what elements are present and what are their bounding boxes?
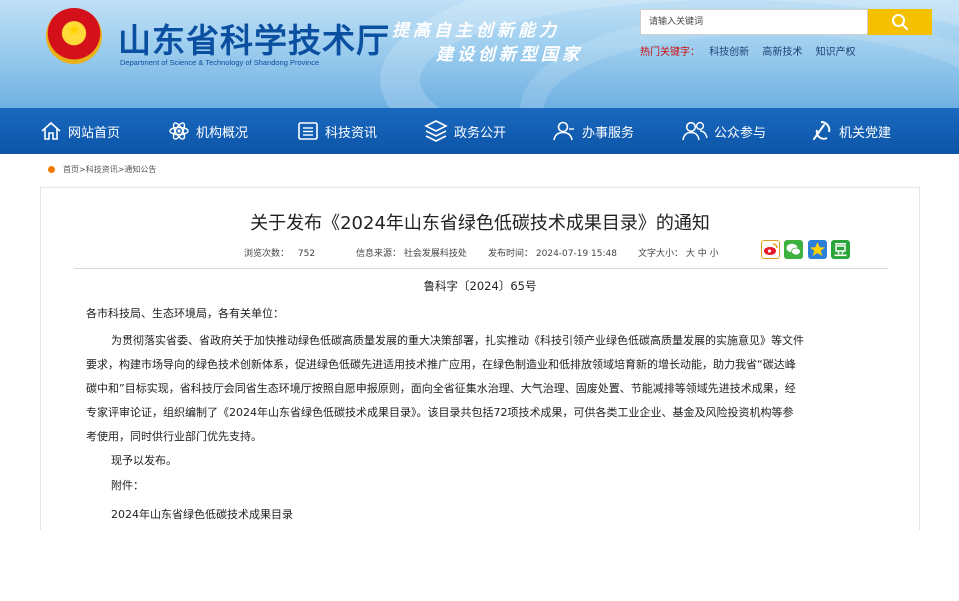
article-date: 发布时间： 2024-07-19 15:48 — [488, 246, 617, 259]
layers-icon — [424, 120, 448, 142]
views-label: 浏览次数： — [244, 249, 290, 259]
nav-label: 机构概况 — [196, 125, 249, 141]
body-line: 专家评审论证，组织编制了《2024年山东省绿色低碳技术成果目录》。该目录共包括7… — [86, 406, 794, 419]
body-line: 要求，构建市场导向的绿色技术创新体系，促进绿色低碳先进适用技术推广应用，在绿色制… — [86, 358, 796, 371]
nav-item-services[interactable]: 办事服务 — [552, 108, 634, 154]
nav-label: 网站首页 — [68, 125, 121, 141]
document-number: 鲁科字〔2024〕65号 — [423, 279, 537, 293]
hot-keyword-link[interactable]: 知识产权 — [816, 47, 856, 58]
search-button[interactable] — [868, 9, 932, 35]
search-icon — [892, 14, 909, 31]
people-icon — [682, 121, 708, 141]
qzone-share-icon[interactable] — [808, 240, 827, 259]
nav-label: 政务公开 — [454, 125, 507, 141]
views-count: 752 — [297, 249, 316, 259]
body-line: 为贯彻落实省委、省政府关于加快推动绿色低碳高质量发展的重大决策部署，扎实推动《科… — [111, 334, 804, 347]
nav-item-about[interactable]: 机构概况 — [168, 108, 248, 154]
font-size-options[interactable]: 大 中 小 — [686, 249, 719, 259]
date-value: 2024-07-19 15:48 — [535, 249, 617, 259]
divider — [74, 268, 888, 269]
hot-keyword-link[interactable]: 高新技术 — [762, 47, 802, 58]
nav-item-public-participation[interactable]: 公众参与 — [682, 108, 766, 154]
slogan-line1: 提高自主创新能力 — [392, 21, 560, 41]
nav-item-party-building[interactable]: 机关党建 — [809, 108, 891, 154]
font-size-label: 文字大小： — [638, 249, 684, 259]
nav-label: 办事服务 — [582, 125, 635, 141]
location-dot-icon — [48, 166, 55, 173]
home-icon — [41, 121, 61, 140]
source-label: 信息来源： — [356, 249, 402, 259]
news-icon — [298, 122, 318, 140]
nav-label: 科技资讯 — [325, 125, 378, 141]
body-line: 碳中和”目标实现，省科技厅会同省生态环境厅按照自愿申报原则，面向全省征集水治理、… — [86, 382, 796, 395]
hot-keywords-label: 热门关键字： — [640, 47, 700, 58]
closing-text: 现予以发布。 — [111, 454, 177, 467]
article-source: 信息来源： 社会发展科技处 — [356, 246, 467, 259]
nav-item-news[interactable]: 科技资讯 — [297, 108, 377, 154]
attachment-link[interactable]: 2024年山东省绿色低碳技术成果目录 — [111, 503, 293, 527]
wechat-share-icon[interactable] — [784, 240, 803, 259]
salutation: 各市科技局、生态环境局，各有关单位： — [86, 307, 284, 320]
hot-keyword-link[interactable]: 科技创新 — [709, 47, 749, 58]
atom-icon — [169, 122, 189, 140]
user-service-icon — [553, 121, 574, 141]
breadcrumb-text[interactable]: 首页>科技资讯>通知公告 — [63, 164, 156, 175]
site-header: ★ 山东省科学技术厅 Department of Science & Techn… — [0, 0, 959, 108]
font-size-control: 文字大小： 大 中 小 — [638, 246, 719, 259]
party-icon — [813, 121, 831, 140]
breadcrumb: 首页>科技资讯>通知公告 — [48, 164, 156, 175]
body-line: 考使用，同时供行业部门优先支持。 — [86, 430, 262, 443]
nav-label: 公众参与 — [714, 125, 767, 141]
nav-item-home[interactable]: 网站首页 — [40, 108, 120, 154]
date-label: 发布时间： — [488, 249, 534, 259]
attachment-label: 附件： — [111, 479, 144, 492]
source-value: 社会发展科技处 — [403, 249, 467, 259]
main-nav: 网站首页 机构概况 科技资讯 政务公开 办事服务 公众参与 机关党建 — [0, 108, 959, 154]
nav-item-government-affairs[interactable]: 政务公开 — [424, 108, 506, 154]
site-subtitle: Department of Science & Technology of Sh… — [120, 58, 320, 67]
national-emblem-icon: ★ — [46, 8, 102, 64]
search-input[interactable]: 请输入关键词 — [640, 9, 868, 35]
douban-share-icon[interactable] — [831, 240, 850, 259]
hot-keywords: 热门关键字： 科技创新 高新技术 知识产权 — [640, 43, 866, 58]
article-title: 关于发布《2024年山东省绿色低碳技术成果目录》的通知 — [250, 213, 710, 234]
weibo-share-icon[interactable] — [761, 240, 780, 259]
article-views: 浏览次数： 752 — [244, 246, 315, 259]
site-title[interactable]: 山东省科学技术厅 — [118, 14, 390, 62]
nav-label: 机关党建 — [839, 125, 892, 141]
slogan-line2: 建设创新型国家 — [436, 45, 583, 65]
